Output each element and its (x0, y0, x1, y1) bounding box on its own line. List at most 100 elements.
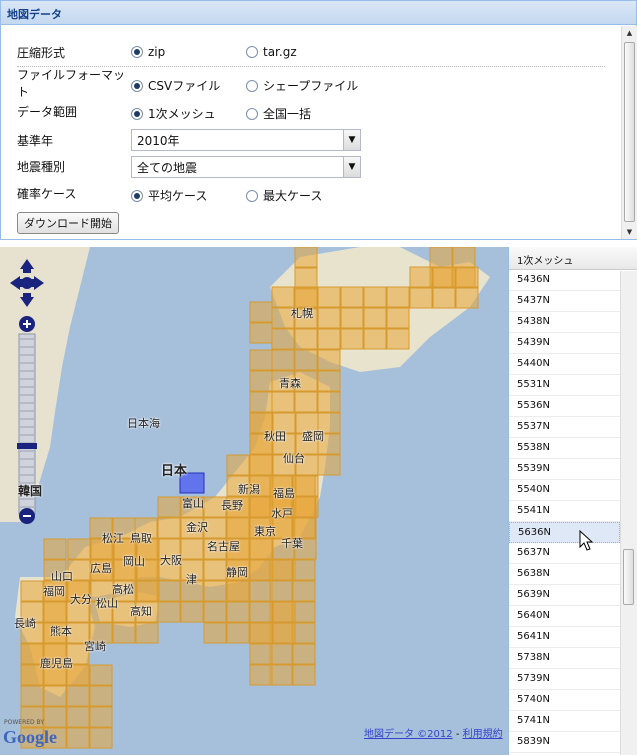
label-hiroshima: 広島 (90, 562, 112, 575)
mesh-cell (249, 601, 273, 623)
radio-targz[interactable]: tar.gz (246, 45, 297, 59)
grid-row[interactable]: 5541N (509, 501, 620, 522)
mesh-cell (203, 601, 227, 623)
grid-row[interactable]: 5538N (509, 438, 620, 459)
quake-type-select[interactable]: 全ての地震 ▼ (131, 156, 361, 178)
grid-row[interactable]: 5637N (509, 543, 620, 564)
terms-link[interactable]: 利用規約 (463, 729, 503, 740)
grid-row[interactable]: 5439N (509, 333, 620, 354)
grid-row[interactable]: 5636N (509, 522, 620, 543)
mesh-cell (455, 266, 479, 288)
radio-icon (131, 107, 143, 120)
radio-icon (246, 107, 258, 120)
grid-scrollbar[interactable] (620, 271, 637, 755)
grid-row[interactable]: 5440N (509, 354, 620, 375)
grid-row[interactable]: 5640N (509, 606, 620, 627)
mesh-cell (249, 664, 273, 686)
mesh-cell (249, 622, 273, 644)
grid-row[interactable]: 5740N (509, 690, 620, 711)
mesh-cell (452, 247, 476, 268)
radio-csv[interactable]: CSVファイル (131, 77, 220, 94)
label-toyama: 富山 (182, 497, 204, 510)
chevron-down-icon[interactable]: ▼ (343, 157, 360, 177)
label-chiba: 千葉 (281, 537, 303, 550)
grid-row[interactable]: 5437N (509, 291, 620, 312)
label-sapporo: 札幌 (291, 307, 313, 320)
grid-row[interactable]: 5839N (509, 732, 620, 753)
grid-row[interactable]: 5537N (509, 417, 620, 438)
map-data-panel: 地図データ 圧縮形式 zip tar.gz ファイルフォーマット CSVファイル… (0, 0, 637, 240)
grid-row[interactable]: 5739N (509, 669, 620, 690)
mesh-cell (89, 706, 113, 728)
data-range-label: データ範囲 (17, 104, 78, 119)
mesh-cell (203, 622, 227, 644)
radio-icon (246, 189, 258, 202)
label-kankoku: 韓国 (18, 484, 43, 498)
mesh-cell (272, 622, 296, 644)
scroll-thumb[interactable] (624, 42, 635, 222)
label-niigata: 新潟 (238, 483, 260, 496)
mesh-cell (249, 349, 273, 371)
download-button[interactable]: ダウンロード開始 (17, 212, 119, 234)
chevron-down-icon[interactable]: ▼ (343, 130, 360, 150)
mesh-cell (157, 601, 181, 623)
grid-row[interactable]: 5638N (509, 564, 620, 585)
grid-row[interactable]: 5641N (509, 627, 620, 648)
mesh-cell (317, 349, 341, 371)
mesh-cell (136, 580, 160, 602)
mesh-cell (292, 601, 316, 623)
mesh-cell (317, 370, 341, 392)
grid-row[interactable]: 5438N (509, 312, 620, 333)
grid-row[interactable]: 5436N (509, 270, 620, 291)
mesh-cell (135, 622, 159, 644)
label-nagano: 長野 (221, 499, 243, 512)
mesh-cell (292, 643, 316, 665)
scroll-up-icon[interactable]: ▲ (622, 26, 637, 40)
mesh-cell (249, 370, 273, 392)
radio-icon (131, 46, 143, 58)
panel-title: 地図データ (1, 1, 636, 25)
grid-row[interactable]: 5531N (509, 375, 620, 396)
mesh-cell (89, 727, 113, 749)
grid-row[interactable]: 5539N (509, 459, 620, 480)
mesh-cell (269, 643, 293, 665)
scroll-down-icon[interactable]: ▼ (622, 225, 637, 239)
grid-row[interactable]: 5639N (509, 585, 620, 606)
map-attribution: 地図データ ©2012 - 利用規約 (364, 729, 503, 740)
mesh-cell (317, 391, 341, 413)
grid-row[interactable]: 5738N (509, 648, 620, 669)
mesh-cell (340, 307, 364, 329)
mesh-cell (112, 622, 136, 644)
form-scrollbar[interactable]: ▲ ▼ (621, 26, 637, 239)
mesh-cell (363, 328, 387, 350)
radio-maximum[interactable]: 最大ケース (246, 187, 322, 204)
base-year-select[interactable]: 2010年 ▼ (131, 129, 361, 151)
grid-row[interactable]: 5540N (509, 480, 620, 501)
radio-mesh1[interactable]: 1次メッシュ (131, 105, 216, 122)
mesh-cell (43, 601, 67, 623)
mesh-cell (226, 601, 250, 623)
grid-header[interactable]: 1次メッシュ (509, 247, 637, 270)
label-mito: 水戸 (271, 507, 293, 520)
grid-row[interactable]: 5536N (509, 396, 620, 417)
map-view[interactable]: 日本海 日本 韓国 札幌 青森 秋田 盛岡 仙台 新潟 福島 富山 長野 水戸 … (0, 247, 508, 755)
mesh-cell (226, 454, 250, 476)
mesh-cell (203, 559, 227, 581)
mesh-cell (226, 580, 250, 602)
label-nagoya: 名古屋 (207, 540, 240, 553)
download-form: 圧縮形式 zip tar.gz ファイルフォーマット CSVファイル シェープフ… (1, 26, 619, 239)
label-sendai: 仙台 (283, 452, 305, 465)
grid-row[interactable]: 5741N (509, 711, 620, 732)
mesh-cell (317, 307, 341, 329)
copyright-link[interactable]: 地図データ ©2012 (364, 729, 453, 740)
radio-zip[interactable]: zip (131, 45, 165, 59)
grid-scroll-thumb[interactable] (623, 549, 634, 605)
mesh-cell (340, 328, 364, 350)
radio-nationwide[interactable]: 全国一括 (246, 105, 311, 122)
probability-label: 確率ケース (17, 186, 77, 201)
radio-average[interactable]: 平均ケース (131, 187, 207, 204)
mesh-cell (66, 685, 90, 707)
radio-shape[interactable]: シェープファイル (246, 77, 358, 94)
map-canvas (0, 247, 490, 749)
mesh-cell (89, 685, 113, 707)
